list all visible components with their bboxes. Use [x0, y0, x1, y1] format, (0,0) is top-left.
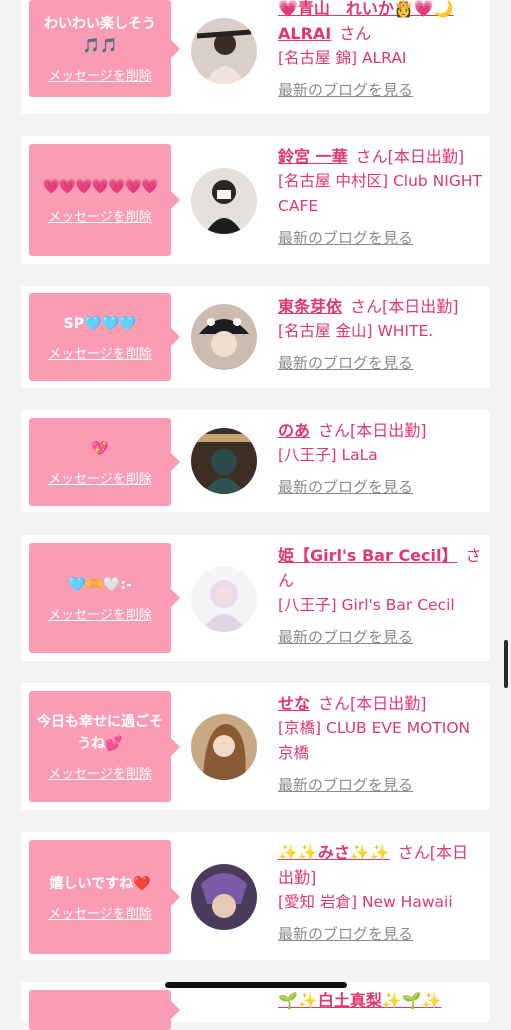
- shop-label: [名古屋 錦] ALRAI: [278, 49, 407, 67]
- cast-name-link[interactable]: のあ: [278, 421, 310, 440]
- shop-label: [愛知 岩倉] New Hawaii: [278, 893, 453, 911]
- message-bubble: SP🩵🩵🩵 メッセージを削除: [29, 293, 180, 381]
- message-card: 💖 メッセージを削除 のあ さん[本日出勤] [八王子] LaLa 最新のブログを…: [21, 410, 490, 512]
- cast-name-link[interactable]: 🌱✨白土真梨✨🌱✨: [278, 991, 442, 1010]
- message-text: 💖: [91, 440, 109, 457]
- cast-info: 💗青山 れいか👸💗🌙ALRAI さん [名古屋 錦] ALRAI 最新のブログを見…: [278, 0, 483, 101]
- cast-info: 🌱✨白土真梨✨🌱✨: [278, 988, 483, 1013]
- cast-info: 姫【Girl's Bar Cecil】 さん [八王子] Girl's Bar C…: [278, 543, 483, 648]
- cast-info: 鈴宮 一華 さん[本日出勤] [名古屋 中村区] Club NIGHT CAFE …: [278, 144, 483, 249]
- honorific: さん: [350, 297, 383, 316]
- message-text: 嬉しいですね❤️: [49, 875, 151, 892]
- honorific: さん: [339, 24, 372, 43]
- latest-blog-link[interactable]: 最新のブログを見る: [278, 626, 483, 648]
- cast-name-link[interactable]: せな: [278, 694, 310, 713]
- message-bubble: 💖 メッセージを削除: [29, 418, 180, 506]
- avatar[interactable]: [191, 18, 257, 84]
- delete-message-link[interactable]: メッセージを削除: [48, 763, 152, 782]
- latest-blog-link[interactable]: 最新のブログを見る: [278, 352, 483, 374]
- message-bubble: 🩵🫶🤍:- メッセージを削除: [29, 543, 180, 653]
- message-text: SP🩵🩵🩵: [63, 315, 137, 332]
- message-text: 💗💗💗💗💗💗💗: [42, 178, 158, 195]
- message-card: SP🩵🩵🩵 メッセージを削除 東条芽依 さん[本日出勤] [名古屋 金山] WHI…: [21, 286, 490, 388]
- delete-message-link[interactable]: メッセージを削除: [48, 604, 152, 623]
- cast-name-link[interactable]: 鈴宮 一華: [278, 147, 348, 166]
- latest-blog-link[interactable]: 最新のブログを見る: [278, 227, 483, 249]
- latest-blog-link[interactable]: 最新のブログを見る: [278, 476, 483, 498]
- message-bubble: 嬉しいですね❤️ メッセージを削除: [29, 840, 180, 954]
- cast-info: せな さん[本日出勤] [京橋] CLUB EVE MOTION 京橋 最新のブロ…: [278, 691, 483, 796]
- honorific: さん: [397, 843, 430, 862]
- message-bubble: わいわい楽しそう🎵🎵 メッセージを削除: [29, 0, 180, 97]
- message-card: わいわい楽しそう🎵🎵 メッセージを削除 💗青山 れいか👸💗🌙ALRAI さん [名…: [21, 0, 490, 114]
- status-badge: [本日出勤]: [387, 147, 465, 166]
- cast-info: 東条芽依 さん[本日出勤] [名古屋 金山] WHITE. 最新のブログを見る: [278, 294, 483, 374]
- cast-name-link[interactable]: 姫【Girl's Bar Cecil】: [278, 546, 458, 565]
- shop-label: [京橋] CLUB EVE MOTION 京橋: [278, 719, 471, 762]
- delete-message-link[interactable]: メッセージを削除: [48, 206, 152, 225]
- status-badge: [本日出勤]: [350, 421, 427, 440]
- cast-name-link[interactable]: 東条芽依: [278, 297, 342, 316]
- cast-info: ✨✨みさ✨✨ さん[本日出勤] [愛知 岩倉] New Hawaii 最新のブログ…: [278, 840, 483, 945]
- message-bubble: 💗💗💗💗💗💗💗 メッセージを削除: [29, 144, 180, 256]
- delete-message-link[interactable]: メッセージを削除: [48, 903, 152, 922]
- avatar[interactable]: [191, 714, 257, 780]
- latest-blog-link[interactable]: 最新のブログを見る: [278, 79, 483, 101]
- message-bubble: [29, 990, 180, 1030]
- latest-blog-link[interactable]: 最新のブログを見る: [278, 774, 483, 796]
- avatar[interactable]: [191, 304, 257, 370]
- honorific: さん: [318, 421, 351, 440]
- status-badge: [本日出勤]: [350, 694, 427, 713]
- message-card: 今日も幸せに過ごそうね💕 メッセージを削除 せな さん[本日出勤] [京橋] CL…: [21, 683, 490, 810]
- delete-message-link[interactable]: メッセージを削除: [48, 468, 152, 487]
- shop-label: [名古屋 金山] WHITE.: [278, 322, 434, 340]
- message-card: 嬉しいですね❤️ メッセージを削除 ✨✨みさ✨✨ さん[本日出勤] [愛知 岩倉]…: [21, 832, 490, 960]
- status-badge: [本日出勤]: [382, 297, 459, 316]
- message-card: 🩵🫶🤍:- メッセージを削除 姫【Girl's Bar Cecil】 さん [八王…: [21, 535, 490, 661]
- shop-label: [八王子] Girl's Bar Cecil: [278, 596, 455, 614]
- avatar[interactable]: [191, 168, 257, 234]
- message-text: 今日も幸せに過ごそうね💕: [37, 714, 163, 752]
- delete-message-link[interactable]: メッセージを削除: [48, 65, 152, 84]
- delete-message-link[interactable]: メッセージを削除: [48, 343, 152, 362]
- message-card: 💗💗💗💗💗💗💗 メッセージを削除 鈴宮 一華 さん[本日出勤] [名古屋 中村区]…: [21, 136, 490, 264]
- cast-name-link[interactable]: ✨✨みさ✨✨: [278, 843, 390, 862]
- message-text: 🩵🫶🤍:-: [68, 576, 132, 593]
- honorific: さん: [355, 147, 388, 166]
- message-text: わいわい楽しそう🎵🎵: [44, 16, 156, 54]
- avatar[interactable]: [191, 864, 257, 930]
- message-card: 🌱✨白土真梨✨🌱✨: [21, 982, 490, 1030]
- message-bubble: 今日も幸せに過ごそうね💕 メッセージを削除: [29, 691, 180, 802]
- home-indicator[interactable]: [165, 982, 347, 988]
- honorific: さん: [318, 694, 351, 713]
- shop-label: [八王子] LaLa: [278, 446, 378, 464]
- latest-blog-link[interactable]: 最新のブログを見る: [278, 923, 483, 945]
- avatar[interactable]: [191, 566, 257, 632]
- scrollbar[interactable]: [504, 640, 508, 688]
- avatar[interactable]: [191, 428, 257, 494]
- cast-info: のあ さん[本日出勤] [八王子] LaLa 最新のブログを見る: [278, 418, 483, 498]
- shop-label: [名古屋 中村区] Club NIGHT CAFE: [278, 172, 482, 215]
